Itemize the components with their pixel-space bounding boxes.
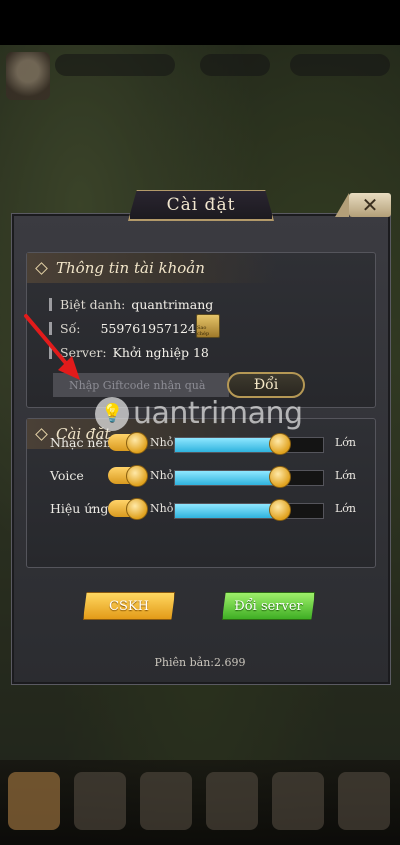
red-arrow-icon <box>24 314 80 380</box>
